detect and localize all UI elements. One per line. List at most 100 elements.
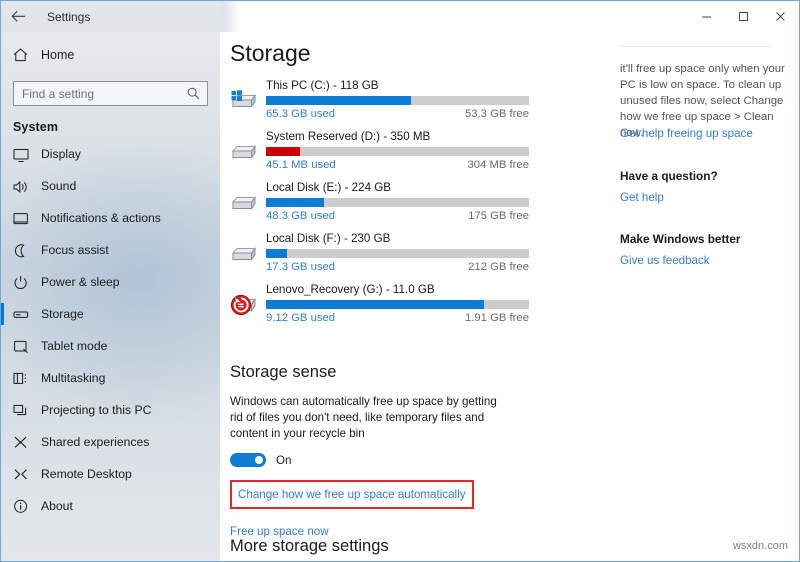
sidebar-nav-list: Display Sound Notifications & actions Focus… xyxy=(1,138,220,522)
drive-usage-bar xyxy=(266,300,529,309)
get-help-freeing-up-space-link[interactable]: Get help freeing up space xyxy=(620,127,753,140)
storage-sense-description: Windows can automatically free up space … xyxy=(230,395,497,440)
sidebar-item-label: Shared experiences xyxy=(41,435,150,449)
drive-usage-fill xyxy=(266,96,411,105)
toggle-knob xyxy=(255,456,263,464)
drive-usage-bar xyxy=(266,96,529,105)
storage-sense-section: Storage sense Windows can automatically … xyxy=(230,363,520,540)
watermark: wsxdn.com xyxy=(732,540,788,552)
drive-label: This PC (C:) - 118 GB xyxy=(266,79,379,92)
sidebar-home-label: Home xyxy=(41,48,75,62)
drive-icon xyxy=(230,140,258,164)
change-how-we-free-up-space-link[interactable]: Change how we free up space automaticall… xyxy=(238,488,466,501)
selection-indicator xyxy=(1,303,4,325)
drive-row[interactable]: Local Disk (F:) - 230 GB 17.3 GB used 212 … xyxy=(230,232,530,283)
moon-icon xyxy=(13,243,39,258)
drive-label: Lenovo_Recovery (G:) - 11.0 GB xyxy=(266,283,435,296)
make-windows-better-heading: Make Windows better xyxy=(620,232,741,246)
remote-desktop-icon xyxy=(13,467,39,482)
sidebar-item-remote-desktop[interactable]: Remote Desktop xyxy=(1,458,220,490)
give-us-feedback-link[interactable]: Give us feedback xyxy=(620,254,710,267)
sidebar-item-home[interactable]: Home xyxy=(1,38,220,72)
storage-sense-toggle-row[interactable]: On xyxy=(230,453,520,467)
more-storage-settings-section: More storage settings Change where new c… xyxy=(230,537,417,561)
sidebar-item-display[interactable]: Display xyxy=(1,138,220,170)
drive-icon xyxy=(230,191,258,215)
drive-free-label: 53.3 GB free xyxy=(464,108,529,120)
drive-row[interactable]: Local Disk (E:) - 224 GB 48.3 GB used 175 … xyxy=(230,181,530,232)
drive-icon xyxy=(13,307,39,322)
sidebar-item-tablet-mode[interactable]: Tablet mode xyxy=(1,330,220,362)
clipped-text-divider xyxy=(620,46,770,47)
change-content-location-row: Change where new content is saved xyxy=(230,556,417,561)
drive-row[interactable]: Lenovo_Recovery (G:) - 11.0 GB 9.12 GB us… xyxy=(230,283,530,334)
sidebar-item-shared-experiences[interactable]: Shared experiences xyxy=(1,426,220,458)
back-arrow-icon[interactable] xyxy=(1,1,35,32)
sidebar-item-label: Storage xyxy=(41,307,84,321)
sidebar-item-focus-assist[interactable]: Focus assist xyxy=(1,234,220,266)
drive-label: Local Disk (E:) - 224 GB xyxy=(266,181,391,194)
tablet-icon xyxy=(13,339,39,354)
sidebar-item-label: Multitasking xyxy=(41,371,106,385)
sidebar-item-label: Display xyxy=(41,147,81,161)
storage-sense-heading: Storage sense xyxy=(230,363,337,381)
caption-buttons xyxy=(688,1,799,32)
notification-icon xyxy=(13,211,39,226)
sidebar-item-label: Sound xyxy=(41,179,77,193)
drive-row[interactable]: This PC (C:) - 118 GB 65.3 GB used 53.3 GB… xyxy=(230,79,530,130)
toggle-state-label: On xyxy=(276,453,292,467)
sidebar-item-about[interactable]: About xyxy=(1,490,220,522)
title-bar-left: Settings xyxy=(1,1,220,32)
monitor-icon xyxy=(13,147,39,162)
drive-free-label: 1.91 GB free xyxy=(464,312,529,324)
home-icon xyxy=(13,48,39,62)
get-help-link[interactable]: Get help xyxy=(620,191,664,204)
title-bar: Settings xyxy=(1,1,799,32)
sidebar-item-multitasking[interactable]: Multitasking xyxy=(1,362,220,394)
power-icon xyxy=(13,275,39,290)
drive-list: This PC (C:) - 118 GB 65.3 GB used 53.3 GB… xyxy=(230,79,530,334)
sidebar-item-label: Focus assist xyxy=(41,243,109,257)
sidebar-item-label: Remote Desktop xyxy=(41,467,132,481)
drive-label: Local Disk (F:) - 230 GB xyxy=(266,232,391,245)
drive-usage-fill xyxy=(266,300,485,309)
sidebar-item-power-sleep[interactable]: Power & sleep xyxy=(1,266,220,298)
maximize-button[interactable] xyxy=(725,1,762,32)
help-pane: it'll free up space only when your PC is… xyxy=(620,32,799,561)
have-a-question-heading: Have a question? xyxy=(620,169,718,183)
drive-free-label: 304 MB free xyxy=(467,159,529,171)
window-title: Settings xyxy=(47,9,91,24)
drive-icon xyxy=(230,242,258,266)
settings-window: Settings Home S xyxy=(0,0,800,562)
sidebar-item-sound[interactable]: Sound xyxy=(1,170,220,202)
page-title: Storage xyxy=(230,40,311,66)
sidebar-item-storage[interactable]: Storage xyxy=(1,298,220,330)
drive-free-label: 212 GB free xyxy=(468,261,529,273)
search-icon xyxy=(187,87,207,100)
minimize-button[interactable] xyxy=(688,1,725,32)
close-button[interactable] xyxy=(762,1,799,32)
sidebar: Home System Display Sound Notifications & … xyxy=(1,32,220,561)
sidebar-item-projecting-to-this-pc[interactable]: Projecting to this PC xyxy=(1,394,220,426)
sidebar-section-title: System xyxy=(13,120,59,134)
sidebar-item-notifications-actions[interactable]: Notifications & actions xyxy=(1,202,220,234)
drive-free-label: 175 GB free xyxy=(468,210,529,222)
windows-drive-icon xyxy=(230,89,258,113)
sidebar-item-label: Projecting to this PC xyxy=(41,403,152,417)
search-input[interactable] xyxy=(14,82,187,105)
change-free-space-highlight: Change how we free up space automaticall… xyxy=(230,480,474,509)
drive-usage-bar xyxy=(266,198,529,207)
speaker-icon xyxy=(13,179,39,194)
more-storage-heading: More storage settings xyxy=(230,537,389,555)
drive-usage-fill xyxy=(266,198,324,207)
storage-sense-toggle[interactable] xyxy=(230,453,266,467)
recovery-drive-icon xyxy=(230,293,258,317)
drive-usage-fill xyxy=(266,147,301,156)
drive-usage-bar xyxy=(266,147,529,156)
drive-row[interactable]: System Reserved (D:) - 350 MB 45.1 MB use… xyxy=(230,130,530,181)
info-icon xyxy=(13,499,39,514)
drive-label: System Reserved (D:) - 350 MB xyxy=(266,130,431,143)
sidebar-item-label: Tablet mode xyxy=(41,339,108,353)
search-box[interactable] xyxy=(13,81,208,106)
share-icon xyxy=(13,435,39,450)
